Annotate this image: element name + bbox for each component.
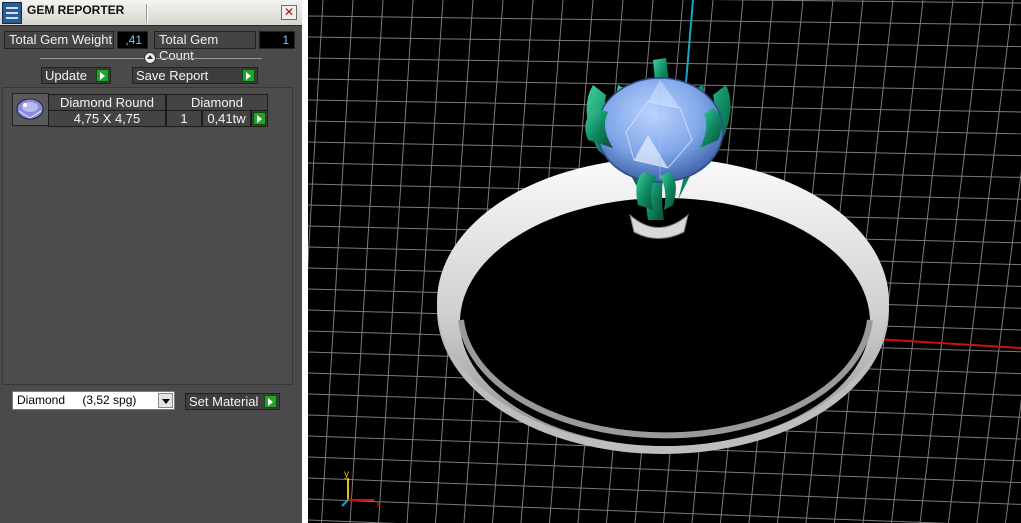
grid-line xyxy=(308,456,1021,484)
save-report-arrow-icon xyxy=(242,69,255,82)
grid-line xyxy=(948,0,1014,523)
total-gem-count-label: Total Gem Count xyxy=(154,31,256,63)
gem-count-cell: 1 xyxy=(166,110,202,127)
grid-line xyxy=(406,0,444,523)
save-report-button[interactable]: Save Report xyxy=(132,67,258,84)
grid-line xyxy=(308,15,1021,26)
title-bar: GEM REPORTER ✕ xyxy=(0,0,302,26)
set-material-arrow-icon xyxy=(264,395,277,408)
diamond-gem xyxy=(596,77,724,183)
axis-triad-icon: x y xyxy=(341,469,381,510)
gem-reporter-panel: GEM REPORTER ✕ Total Gem Weight ,41 Tota… xyxy=(0,0,302,523)
round-diamond-icon[interactable] xyxy=(12,93,49,126)
window-title: GEM REPORTER xyxy=(27,3,125,17)
grid-line xyxy=(349,0,384,523)
collapse-toggle-icon[interactable] xyxy=(144,52,156,64)
gem-size-cell: 4,75 X 4,75 xyxy=(48,110,166,127)
set-material-button[interactable]: Set Material xyxy=(185,393,280,410)
grid-line xyxy=(321,0,354,523)
gem-material-cell: Diamond xyxy=(166,94,268,111)
gem-row-arrow-icon xyxy=(253,112,266,125)
grid-line xyxy=(919,0,984,523)
gem-weight-cell: 0,41tw xyxy=(202,110,251,127)
grid-line xyxy=(1005,398,1021,523)
grid-line xyxy=(709,0,1021,4)
material-select-name: Diamond xyxy=(17,393,66,407)
total-gem-count-value: 1 xyxy=(259,31,295,49)
chevron-down-icon[interactable] xyxy=(158,393,173,408)
gem-reporter-app-icon xyxy=(2,2,22,24)
grid-line xyxy=(976,170,1021,523)
set-material-button-label: Set Material xyxy=(189,394,259,409)
close-icon[interactable]: ✕ xyxy=(281,5,297,20)
viewport-canvas: x y xyxy=(308,0,1021,523)
grid-line xyxy=(378,0,414,523)
material-select[interactable]: Diamond (3,52 spg) xyxy=(12,391,175,410)
total-gem-weight-value: ,41 xyxy=(117,31,148,49)
title-separator xyxy=(146,4,148,23)
gem-name-cell: Diamond Round xyxy=(48,94,166,111)
grid-line xyxy=(308,36,1021,48)
total-gem-weight-label: Total Gem Weight xyxy=(4,31,114,49)
gem-row-action-button[interactable] xyxy=(251,110,268,127)
triad-y-label: y xyxy=(344,469,349,480)
update-arrow-icon xyxy=(96,69,109,82)
save-report-button-label: Save Report xyxy=(136,68,209,83)
grid-line xyxy=(308,477,1021,505)
triad-x-label: x xyxy=(376,499,381,510)
3d-viewport[interactable]: x y xyxy=(308,0,1021,523)
update-button[interactable]: Update xyxy=(41,67,111,84)
update-button-label: Update xyxy=(45,68,87,83)
material-select-density: (3,52 spg) xyxy=(82,393,137,407)
gem-list: Diamond Round Diamond 4,75 X 4,75 1 0,41… xyxy=(2,87,293,385)
ring-shank xyxy=(437,158,889,454)
grid-line xyxy=(308,0,324,271)
